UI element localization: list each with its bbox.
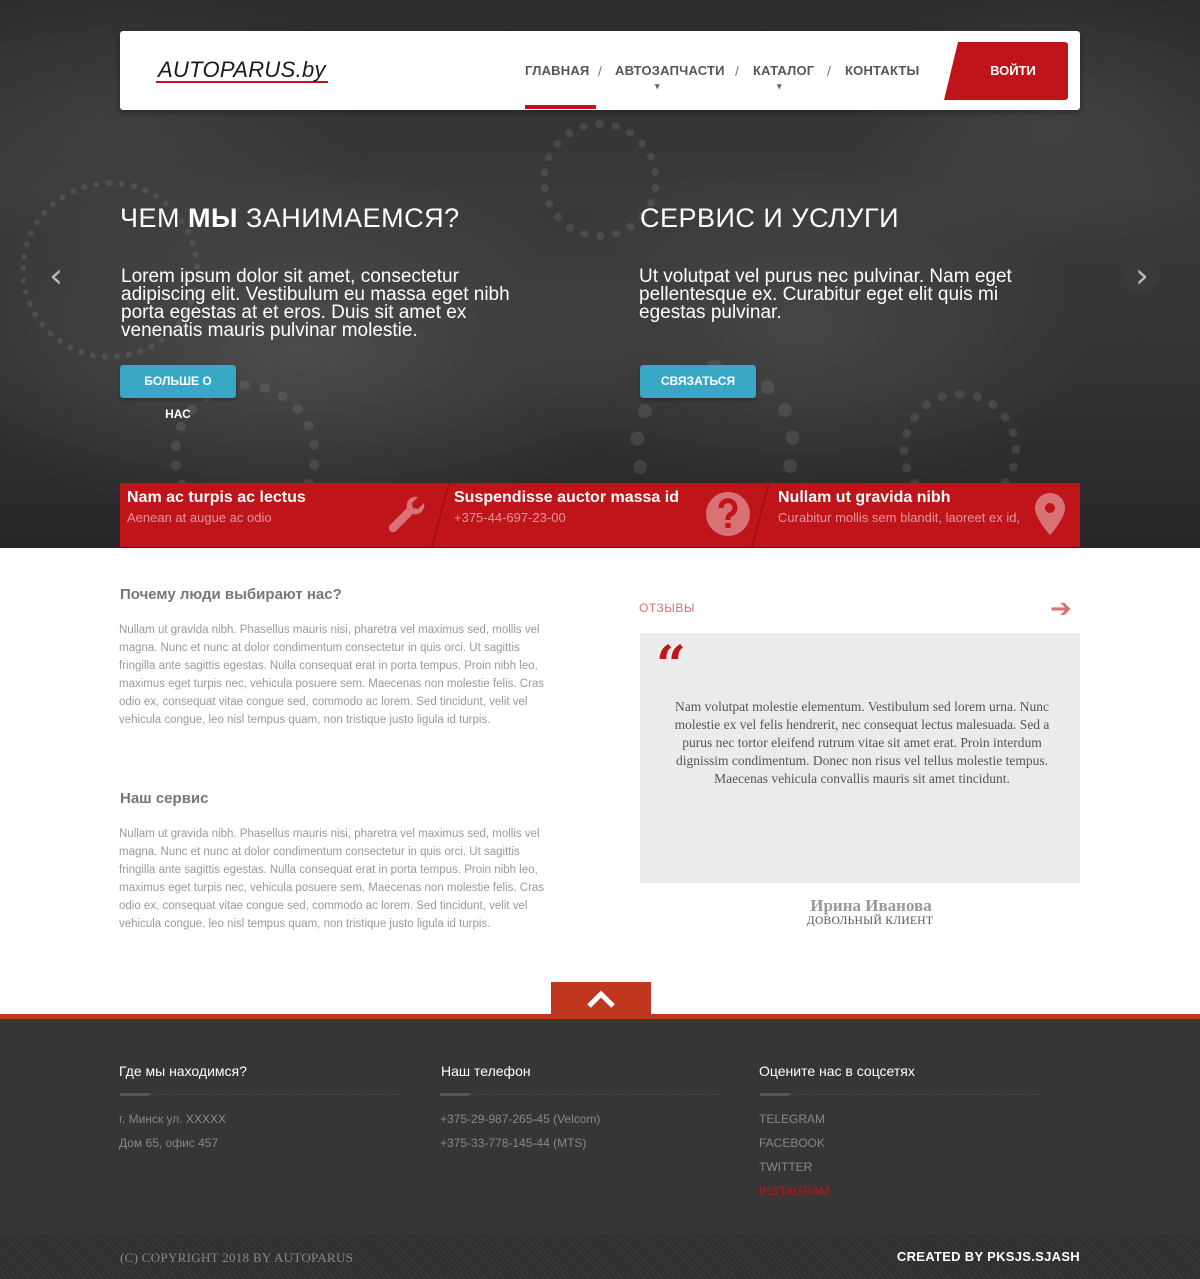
feature-title: Suspendisse auctor massa id bbox=[454, 489, 679, 506]
nav-item-label: КОНТАКТЫ bbox=[845, 63, 920, 78]
footer-divider bbox=[440, 1093, 720, 1096]
review-author-role: ДОВОЛЬНЫЙ КЛИЕНТ bbox=[806, 915, 934, 927]
feature-bar: Nam ac turpis ac lectus Aenean at augue … bbox=[120, 483, 1080, 547]
footer-social-title: Оцените нас в соцсетях bbox=[759, 1063, 915, 1079]
nav-item-home[interactable]: ГЛАВНАЯ bbox=[525, 63, 589, 78]
nav-item-autoparts[interactable]: АВТОЗАПЧАСТИ ▾ bbox=[615, 63, 725, 91]
footer-link-telegram[interactable]: TELEGRAM bbox=[759, 1112, 825, 1126]
footer-link-facebook[interactable]: FACEBOOK bbox=[759, 1136, 825, 1150]
map-pin-icon bbox=[1035, 493, 1065, 535]
login-button[interactable]: ВОЙТИ bbox=[944, 42, 1068, 100]
nav-separator: / bbox=[598, 63, 602, 79]
quote-icon: “ bbox=[656, 635, 686, 696]
our-service-text: Nullam ut gravida nibh. Phasellus mauris… bbox=[119, 828, 545, 930]
hero-right-title: СЕРВИС И УСЛУГИ bbox=[640, 203, 899, 233]
chevron-up-icon bbox=[587, 990, 615, 1008]
copyright-text: (C) COPYRIGHT 2018 BY AUTOPARUS bbox=[120, 1250, 354, 1265]
nav-separator: / bbox=[735, 63, 739, 79]
feature-item[interactable]: Nam ac turpis ac lectus Aenean at augue … bbox=[120, 483, 440, 547]
reviews-label: ОТЗЫВЫ bbox=[639, 601, 696, 615]
hero-left-text: Lorem ipsum dolor sit amet, consectetur … bbox=[121, 266, 510, 341]
nav-item-catalog[interactable]: КАТАЛОГ ▾ bbox=[753, 63, 815, 91]
footer-address-line: Дом 65, офис 457 bbox=[119, 1136, 219, 1150]
question-icon bbox=[706, 492, 750, 536]
hero-left-title: ЧЕМ МЫ ЗАНИМАЕМСЯ? bbox=[120, 203, 460, 233]
nav-item-label: ГЛАВНАЯ bbox=[525, 63, 590, 78]
wrench-icon bbox=[388, 496, 425, 533]
footer-link-twitter[interactable]: TWITTER bbox=[759, 1160, 812, 1174]
created-by-text: CREATED BY PKSJS.SJASH bbox=[896, 1249, 1080, 1264]
feature-item[interactable]: Suspendisse auctor massa id +375-44-697-… bbox=[440, 483, 760, 547]
footer-divider bbox=[760, 1093, 1040, 1096]
feature-subtitle: Aenean at augue ac odio bbox=[127, 510, 272, 525]
nav-item-label: КАТАЛОГ bbox=[753, 63, 815, 78]
chevron-down-icon: ▾ bbox=[777, 81, 782, 91]
footer-link-instagram[interactable]: INSTAGRAM bbox=[759, 1184, 829, 1198]
review-text: Nam volutpat molestie elementum. Vestibu… bbox=[674, 699, 1050, 786]
arrow-right-icon[interactable]: ➔ bbox=[1050, 594, 1072, 624]
footer-phone-line[interactable]: +375-33-778-145-44 (MTS) bbox=[440, 1136, 586, 1150]
footer-phone-line[interactable]: +375-29-987-265-45 (Velcom) bbox=[440, 1112, 600, 1126]
footer-phone-title: Наш телефон bbox=[441, 1063, 531, 1079]
feature-subtitle: Curabitur mollis sem blandit, laoreet ex… bbox=[778, 510, 1021, 525]
review-author: Ирина Иванова bbox=[810, 896, 932, 915]
nav-item-label: АВТОЗАПЧАСТИ bbox=[615, 63, 725, 78]
feature-subtitle: +375-44-697-23-00 bbox=[454, 510, 566, 525]
why-us-heading: Почему люди выбирают нас? bbox=[120, 586, 342, 603]
site-header: AUTOPARUS.by ГЛАВНАЯ / АВТОЗАПЧАСТИ ▾ / … bbox=[120, 31, 1080, 110]
nav-active-indicator bbox=[525, 105, 596, 109]
footer-divider bbox=[120, 1093, 400, 1096]
about-us-button[interactable]: БОЛЬШЕ О НАС bbox=[120, 365, 236, 421]
hero-right-text: Ut volutpat vel purus nec pulvinar. Nam … bbox=[639, 266, 1012, 323]
feature-title: Nam ac turpis ac lectus bbox=[127, 489, 306, 506]
our-service-heading: Наш сервис bbox=[120, 790, 209, 807]
contact-button[interactable]: СВЯЗАТЬСЯ bbox=[640, 365, 756, 398]
footer-location-title: Где мы находимся? bbox=[119, 1063, 247, 1079]
feature-item[interactable]: Nullam ut gravida nibh Curabitur mollis … bbox=[760, 483, 1080, 547]
chevron-down-icon: ▾ bbox=[655, 81, 660, 91]
why-us-text: Nullam ut gravida nibh. Phasellus mauris… bbox=[119, 624, 545, 726]
feature-title: Nullam ut gravida nibh bbox=[778, 489, 951, 506]
slider-prev-arrow[interactable]: ‹ bbox=[38, 258, 74, 294]
site-logo[interactable]: AUTOPARUS.by bbox=[156, 59, 328, 83]
footer-address-line: г. Минск ул. XXXXX bbox=[119, 1112, 226, 1126]
back-to-top-button[interactable] bbox=[551, 982, 651, 1016]
nav-item-contacts[interactable]: КОНТАКТЫ bbox=[845, 63, 919, 78]
slider-next-arrow[interactable]: › bbox=[1124, 258, 1160, 294]
nav-separator: / bbox=[827, 63, 831, 79]
